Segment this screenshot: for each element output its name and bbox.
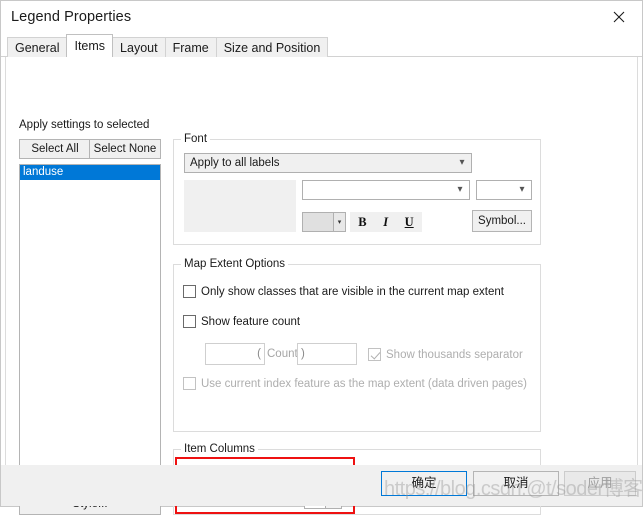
only-show-visible-classes-label: Only show classes that are visible in th… xyxy=(201,285,504,298)
chevron-down-icon: ▾ xyxy=(519,184,525,195)
show-thousands-separator-label: Show thousands separator xyxy=(386,348,523,361)
show-feature-count-label: Show feature count xyxy=(201,315,301,328)
tab-items[interactable]: Items xyxy=(66,34,114,57)
tab-layout[interactable]: Layout xyxy=(112,37,166,57)
tab-size-and-position[interactable]: Size and Position xyxy=(215,37,329,57)
bold-button[interactable]: B xyxy=(358,215,366,230)
use-index-feature-label: Use current index feature as the map ext… xyxy=(201,377,528,390)
legend-items-list[interactable]: landuse xyxy=(19,164,161,487)
apply-button: 应用 xyxy=(564,471,636,496)
color-swatch xyxy=(303,213,333,231)
legend-properties-dialog: Legend Properties General Items Layout F… xyxy=(0,0,643,515)
count-prefix-value: ( xyxy=(257,348,261,360)
italic-button[interactable]: I xyxy=(383,215,388,230)
chevron-down-icon: ▾ xyxy=(457,184,463,195)
count-prefix-input[interactable]: ( xyxy=(205,343,265,365)
count-label: Count xyxy=(267,348,298,360)
list-item[interactable]: landuse xyxy=(20,165,160,180)
close-button[interactable] xyxy=(596,1,642,32)
tab-general[interactable]: General xyxy=(7,37,68,57)
checkbox-icon xyxy=(183,315,196,328)
font-preview-box xyxy=(184,180,296,232)
dialog-footer: 确定 取消 应用 xyxy=(1,465,642,506)
map-extent-group-title: Map Extent Options xyxy=(181,258,288,270)
item-columns-group-title: Item Columns xyxy=(181,443,258,455)
underline-button[interactable]: U xyxy=(405,215,414,230)
use-index-feature-checkbox: Use current index feature as the map ext… xyxy=(183,377,527,390)
symbol-button[interactable]: Symbol... xyxy=(472,210,532,232)
font-size-dropdown[interactable]: ▾ xyxy=(476,180,532,200)
close-icon xyxy=(613,11,625,23)
apply-to-dropdown[interactable]: Apply to all labels ▾ xyxy=(184,153,472,173)
checkbox-icon xyxy=(183,285,196,298)
font-style-buttons: B I U xyxy=(350,212,422,232)
title-bar: Legend Properties xyxy=(1,1,642,33)
font-group: Font Apply to all labels ▾ ▾ ▾ ▾ B I U S… xyxy=(173,133,541,245)
tab-content-items: Apply settings to selected Select All Se… xyxy=(1,57,642,515)
tab-strip: General Items Layout Frame Size and Posi… xyxy=(1,33,642,57)
cancel-button[interactable]: 取消 xyxy=(473,471,559,496)
show-thousands-separator-checkbox: Show thousands separator xyxy=(368,348,523,361)
font-color-picker[interactable]: ▾ xyxy=(302,212,346,232)
apply-to-value: Apply to all labels xyxy=(190,157,280,169)
count-suffix-input[interactable]: ) xyxy=(297,343,357,365)
font-group-title: Font xyxy=(181,133,211,145)
count-suffix-value: ) xyxy=(301,348,305,360)
checkbox-icon xyxy=(368,348,381,361)
font-name-dropdown[interactable]: ▾ xyxy=(302,180,470,200)
only-show-visible-classes-checkbox[interactable]: Only show classes that are visible in th… xyxy=(183,285,504,298)
chevron-down-icon: ▾ xyxy=(333,213,345,231)
ok-button[interactable]: 确定 xyxy=(381,471,467,496)
apply-settings-label: Apply settings to selected xyxy=(19,119,150,131)
chevron-down-icon: ▾ xyxy=(459,157,465,168)
window-title: Legend Properties xyxy=(11,9,132,25)
tab-frame[interactable]: Frame xyxy=(164,37,217,57)
show-feature-count-checkbox[interactable]: Show feature count xyxy=(183,315,300,328)
select-none-button[interactable]: Select None xyxy=(89,139,161,159)
select-all-button[interactable]: Select All xyxy=(19,139,91,159)
checkbox-icon xyxy=(183,377,196,390)
